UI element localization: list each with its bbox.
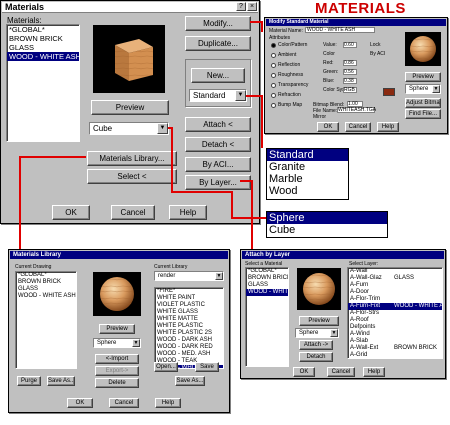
bylayer-help-button[interactable]: Help (363, 367, 385, 377)
layer-name: A-Furn-Fixt (350, 303, 380, 309)
current-library-list[interactable]: *FIRE* WHITE PAINT VIOLET PLASTIC WHITE GLA… (154, 287, 224, 369)
bylayer-material-item[interactable]: GLASS (246, 282, 288, 289)
library-title: Materials Library (13, 252, 62, 258)
layer-list-item[interactable]: A-Wall (348, 268, 442, 275)
library-ok-button[interactable]: OK (67, 398, 93, 408)
bylayer-attach-button[interactable]: Attach -> (299, 340, 333, 350)
layer-list-item[interactable]: Defpoints (348, 324, 442, 331)
layer-name: A-Slab (350, 338, 369, 344)
bylayer-title: Attach by Layer (245, 252, 291, 258)
library-name-value: render (158, 273, 176, 279)
library-material-item[interactable]: WHITE GLASS (155, 309, 223, 316)
chevron-down-icon[interactable]: ▼ (330, 329, 338, 337)
library-material-item[interactable]: VIOLET PLASTIC (155, 302, 223, 309)
save-as-right-button[interactable]: Save As... (175, 376, 205, 386)
open-button[interactable]: Open... (154, 362, 178, 372)
drawing-material-item[interactable]: *GLOBAL* (16, 272, 76, 279)
library-material-item[interactable]: WOOD - DARK RED (155, 344, 223, 351)
layer-name: A-Flor-Strs (350, 310, 379, 316)
library-material-item[interactable]: *FIRE* (155, 288, 223, 295)
layer-list-item[interactable]: A-Flor-Trim (348, 296, 442, 303)
layer-material: BROWN BRICK (394, 345, 438, 351)
sphere-preview-image (303, 273, 335, 305)
bylayer-materials-list[interactable]: *GLOBAL*BROWN BRICKGLASSWOOD - WHITE ASH (245, 267, 289, 367)
layer-material: WOOD - WHITE ASH (394, 303, 443, 309)
export-button[interactable]: Export-> (95, 366, 139, 376)
library-material-item[interactable]: WHITE PAINT (155, 295, 223, 302)
library-material-item[interactable]: WHITE MATTE (155, 316, 223, 323)
current-library-label: Current Library (154, 264, 188, 270)
library-material-item[interactable]: WOOD - MED. ASH (155, 351, 223, 358)
bylayer-material-item[interactable]: BROWN BRICK (246, 275, 288, 282)
bylayer-material-item[interactable]: *GLOBAL* (246, 268, 288, 275)
bylayer-detach-button[interactable]: Detach (299, 352, 333, 362)
layer-name: A-Roof (350, 317, 369, 323)
layer-name: A-Wall (350, 268, 368, 274)
bylayer-preview (297, 268, 341, 310)
layer-name: A-Grid (350, 352, 368, 358)
save-button[interactable]: Save (195, 362, 219, 372)
drawing-material-item[interactable]: WOOD - WHITE ASH (16, 293, 76, 300)
layer-list-item[interactable]: A-Wall-Ext BROWN BRICK (348, 345, 442, 352)
library-cancel-button[interactable]: Cancel (109, 398, 139, 408)
library-titlebar: Materials Library (10, 251, 228, 259)
library-preview-shape-select[interactable]: Sphere ▼ (93, 338, 141, 348)
bylayer-titlebar: Attach by Layer (242, 251, 444, 259)
layer-name: A-Flor-Trim (350, 296, 381, 302)
bylayer-shape-value: Sphere (299, 330, 319, 336)
bylayer-preview-shape-select[interactable]: Sphere ▼ (295, 328, 339, 338)
drawing-material-item[interactable]: GLASS (16, 286, 76, 293)
layer-list-item[interactable]: A-Furn (348, 282, 442, 289)
library-preview-button[interactable]: Preview (99, 324, 135, 334)
library-material-item[interactable]: WHITE PLASTIC (155, 323, 223, 330)
layer-name: A-Wind (350, 331, 370, 337)
layer-name: A-Wall-Glaz (350, 275, 382, 281)
library-material-item[interactable]: WHITE PLASTIC 2S (155, 330, 223, 337)
attach-by-layer-dialog: Attach by Layer Select a Material *GLOBA… (240, 249, 446, 379)
layer-name: Defpoints (350, 324, 376, 330)
layers-list[interactable]: A-Wall A-Wall-Glaz GLASS A-Furn A-Door A-Flor… (347, 267, 443, 359)
layer-list-item[interactable]: A-Furn-Fixt WOOD - WHITE ASH (348, 303, 442, 310)
layer-list-item[interactable]: A-Wind (348, 331, 442, 338)
library-material-item[interactable]: WOOD - DARK ASH (155, 337, 223, 344)
purge-button[interactable]: Purge (17, 376, 41, 386)
layer-list-item[interactable]: A-Roof (348, 317, 442, 324)
materials-library-dialog: Materials Library Current Drawing *GLOBA… (8, 249, 230, 413)
chevron-down-icon[interactable]: ▼ (132, 339, 140, 347)
current-drawing-list[interactable]: *GLOBAL* BROWN BRICK GLASS WOOD - WHITE ASH (15, 271, 77, 369)
bylayer-material-item[interactable]: WOOD - WHITE ASH (246, 289, 288, 296)
layer-name: A-Furn (350, 282, 369, 288)
library-preview (93, 272, 141, 316)
current-drawing-label: Current Drawing (15, 264, 52, 270)
layer-list-item[interactable]: A-Flor-Strs (348, 310, 442, 317)
library-help-button[interactable]: Help (155, 398, 181, 408)
layer-list-item[interactable]: A-Slab (348, 338, 442, 345)
layer-list-item[interactable]: A-Door (348, 289, 442, 296)
layer-name: A-Door (350, 289, 370, 295)
library-name-select[interactable]: render ▼ (154, 271, 224, 281)
bylayer-ok-button[interactable]: OK (293, 367, 315, 377)
import-button[interactable]: <-Import (95, 354, 139, 364)
chevron-down-icon[interactable]: ▼ (215, 272, 223, 280)
layer-name: A-Wall-Ext (350, 345, 379, 351)
layer-list-item[interactable]: A-Grid (348, 352, 442, 358)
layer-list-item[interactable]: A-Wall-Glaz GLASS (348, 275, 442, 282)
save-as-left-button[interactable]: Save As... (47, 376, 75, 386)
bylayer-preview-button[interactable]: Preview (299, 316, 339, 326)
sphere-preview-image (100, 277, 134, 311)
delete-button[interactable]: Delete (95, 378, 139, 388)
bylayer-cancel-button[interactable]: Cancel (327, 367, 355, 377)
layer-material: GLASS (394, 275, 415, 281)
drawing-material-item[interactable]: BROWN BRICK (16, 279, 76, 286)
library-shape-value: Sphere (97, 340, 117, 346)
